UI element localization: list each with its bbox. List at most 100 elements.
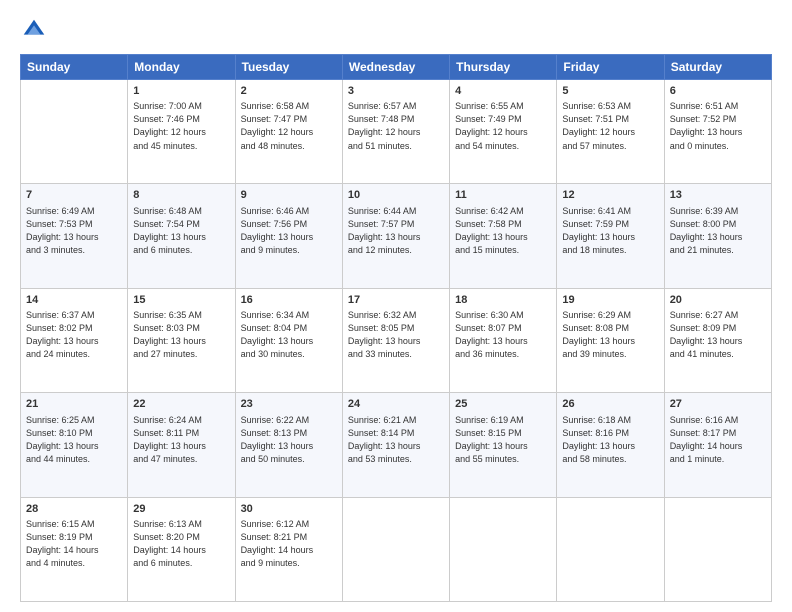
day-number: 22 [133,397,229,412]
day-content: Sunrise: 6:58 AM Sunset: 7:47 PM Dayligh… [241,100,337,152]
day-content: Sunrise: 6:57 AM Sunset: 7:48 PM Dayligh… [348,100,444,152]
day-content: Sunrise: 6:46 AM Sunset: 7:56 PM Dayligh… [241,205,337,257]
day-content: Sunrise: 6:22 AM Sunset: 8:13 PM Dayligh… [241,414,337,466]
day-cell-21: 21 Sunrise: 6:25 AM Sunset: 8:10 PM Dayli… [21,393,128,497]
day-cell-1: 1Sunrise: 7:00 AM Sunset: 7:46 PM Daylig… [128,80,235,184]
day-cell-30: 30Sunrise: 6:12 AM Sunset: 8:21 PM Dayli… [235,497,342,601]
day-cell-29: 29Sunrise: 6:13 AM Sunset: 8:20 PM Dayli… [128,497,235,601]
day-cell-10: 10 Sunrise: 6:44 AM Sunset: 7:57 PM Dayli… [342,184,449,288]
calendar-body: 1Sunrise: 7:00 AM Sunset: 7:46 PM Daylig… [21,80,772,602]
day-number: 20 [670,293,766,308]
day-number: 2 [241,84,337,99]
day-number: 10 [348,188,444,203]
day-number: 3 [348,84,444,99]
empty-cell [21,80,128,184]
day-cell-25: 25 Sunrise: 6:19 AM Sunset: 8:15 PM Dayli… [450,393,557,497]
week-row-1: 1Sunrise: 7:00 AM Sunset: 7:46 PM Daylig… [21,80,772,184]
day-cell-12: 12 Sunrise: 6:41 AM Sunset: 7:59 PM Dayli… [557,184,664,288]
day-number: 14 [26,293,122,308]
day-cell-17: 17Sunrise: 6:32 AM Sunset: 8:05 PM Dayli… [342,288,449,392]
week-row-5: 28Sunrise: 6:15 AM Sunset: 8:19 PM Dayli… [21,497,772,601]
day-content: Sunrise: 6:27 AM Sunset: 8:09 PM Dayligh… [670,309,766,361]
day-number: 7 [26,188,122,203]
header-row: SundayMondayTuesdayWednesdayThursdayFrid… [21,55,772,80]
day-cell-2: 2Sunrise: 6:58 AM Sunset: 7:47 PM Daylig… [235,80,342,184]
day-cell-27: 27Sunrise: 6:16 AM Sunset: 8:17 PM Dayli… [664,393,771,497]
day-content: Sunrise: 6:39 AM Sunset: 8:00 PM Dayligh… [670,205,766,257]
day-content: Sunrise: 6:53 AM Sunset: 7:51 PM Dayligh… [562,100,658,152]
day-cell-13: 13 Sunrise: 6:39 AM Sunset: 8:00 PM Dayli… [664,184,771,288]
header-cell-sunday: Sunday [21,55,128,80]
header-cell-wednesday: Wednesday [342,55,449,80]
day-cell-26: 26Sunrise: 6:18 AM Sunset: 8:16 PM Dayli… [557,393,664,497]
day-cell-11: 11 Sunrise: 6:42 AM Sunset: 7:58 PM Dayli… [450,184,557,288]
day-content: Sunrise: 6:25 AM Sunset: 8:10 PM Dayligh… [26,414,122,466]
day-content: Sunrise: 6:41 AM Sunset: 7:59 PM Dayligh… [562,205,658,257]
header-cell-friday: Friday [557,55,664,80]
day-number: 19 [562,293,658,308]
day-cell-4: 4Sunrise: 6:55 AM Sunset: 7:49 PM Daylig… [450,80,557,184]
calendar-page: SundayMondayTuesdayWednesdayThursdayFrid… [0,0,792,612]
day-content: Sunrise: 6:32 AM Sunset: 8:05 PM Dayligh… [348,309,444,361]
day-cell-8: 8 Sunrise: 6:48 AM Sunset: 7:54 PM Daylig… [128,184,235,288]
day-cell-9: 9 Sunrise: 6:46 AM Sunset: 7:56 PM Daylig… [235,184,342,288]
week-row-3: 14Sunrise: 6:37 AM Sunset: 8:02 PM Dayli… [21,288,772,392]
logo-icon [20,16,48,44]
header-cell-saturday: Saturday [664,55,771,80]
day-number: 18 [455,293,551,308]
calendar-header: SundayMondayTuesdayWednesdayThursdayFrid… [21,55,772,80]
day-content: Sunrise: 6:24 AM Sunset: 8:11 PM Dayligh… [133,414,229,466]
day-content: Sunrise: 6:44 AM Sunset: 7:57 PM Dayligh… [348,205,444,257]
day-cell-5: 5Sunrise: 6:53 AM Sunset: 7:51 PM Daylig… [557,80,664,184]
day-number: 27 [670,397,766,412]
logo [20,16,52,44]
day-content: Sunrise: 6:34 AM Sunset: 8:04 PM Dayligh… [241,309,337,361]
day-content: Sunrise: 6:29 AM Sunset: 8:08 PM Dayligh… [562,309,658,361]
day-content: Sunrise: 6:37 AM Sunset: 8:02 PM Dayligh… [26,309,122,361]
day-cell-22: 22 Sunrise: 6:24 AM Sunset: 8:11 PM Dayli… [128,393,235,497]
header-cell-thursday: Thursday [450,55,557,80]
day-number: 30 [241,502,337,517]
day-number: 1 [133,84,229,99]
day-cell-19: 19Sunrise: 6:29 AM Sunset: 8:08 PM Dayli… [557,288,664,392]
header [20,16,772,44]
day-number: 21 [26,397,122,412]
day-number: 9 [241,188,337,203]
day-number: 28 [26,502,122,517]
day-content: Sunrise: 6:15 AM Sunset: 8:19 PM Dayligh… [26,518,122,570]
day-number: 12 [562,188,658,203]
day-number: 25 [455,397,551,412]
day-content: Sunrise: 6:55 AM Sunset: 7:49 PM Dayligh… [455,100,551,152]
day-number: 4 [455,84,551,99]
day-content: Sunrise: 6:48 AM Sunset: 7:54 PM Dayligh… [133,205,229,257]
day-content: Sunrise: 6:19 AM Sunset: 8:15 PM Dayligh… [455,414,551,466]
day-content: Sunrise: 6:30 AM Sunset: 8:07 PM Dayligh… [455,309,551,361]
empty-cell [557,497,664,601]
day-cell-28: 28Sunrise: 6:15 AM Sunset: 8:19 PM Dayli… [21,497,128,601]
week-row-4: 21 Sunrise: 6:25 AM Sunset: 8:10 PM Dayli… [21,393,772,497]
day-cell-23: 23 Sunrise: 6:22 AM Sunset: 8:13 PM Dayli… [235,393,342,497]
week-row-2: 7 Sunrise: 6:49 AM Sunset: 7:53 PM Daylig… [21,184,772,288]
day-number: 15 [133,293,229,308]
header-cell-tuesday: Tuesday [235,55,342,80]
day-number: 23 [241,397,337,412]
day-cell-3: 3Sunrise: 6:57 AM Sunset: 7:48 PM Daylig… [342,80,449,184]
day-number: 6 [670,84,766,99]
day-number: 24 [348,397,444,412]
day-number: 13 [670,188,766,203]
day-cell-6: 6Sunrise: 6:51 AM Sunset: 7:52 PM Daylig… [664,80,771,184]
day-number: 8 [133,188,229,203]
day-cell-24: 24Sunrise: 6:21 AM Sunset: 8:14 PM Dayli… [342,393,449,497]
day-content: Sunrise: 6:42 AM Sunset: 7:58 PM Dayligh… [455,205,551,257]
day-content: Sunrise: 6:18 AM Sunset: 8:16 PM Dayligh… [562,414,658,466]
day-number: 29 [133,502,229,517]
day-number: 16 [241,293,337,308]
day-content: Sunrise: 6:51 AM Sunset: 7:52 PM Dayligh… [670,100,766,152]
day-content: Sunrise: 6:13 AM Sunset: 8:20 PM Dayligh… [133,518,229,570]
day-number: 5 [562,84,658,99]
day-content: Sunrise: 6:49 AM Sunset: 7:53 PM Dayligh… [26,205,122,257]
day-cell-20: 20Sunrise: 6:27 AM Sunset: 8:09 PM Dayli… [664,288,771,392]
day-number: 11 [455,188,551,203]
day-cell-15: 15Sunrise: 6:35 AM Sunset: 8:03 PM Dayli… [128,288,235,392]
day-cell-16: 16Sunrise: 6:34 AM Sunset: 8:04 PM Dayli… [235,288,342,392]
